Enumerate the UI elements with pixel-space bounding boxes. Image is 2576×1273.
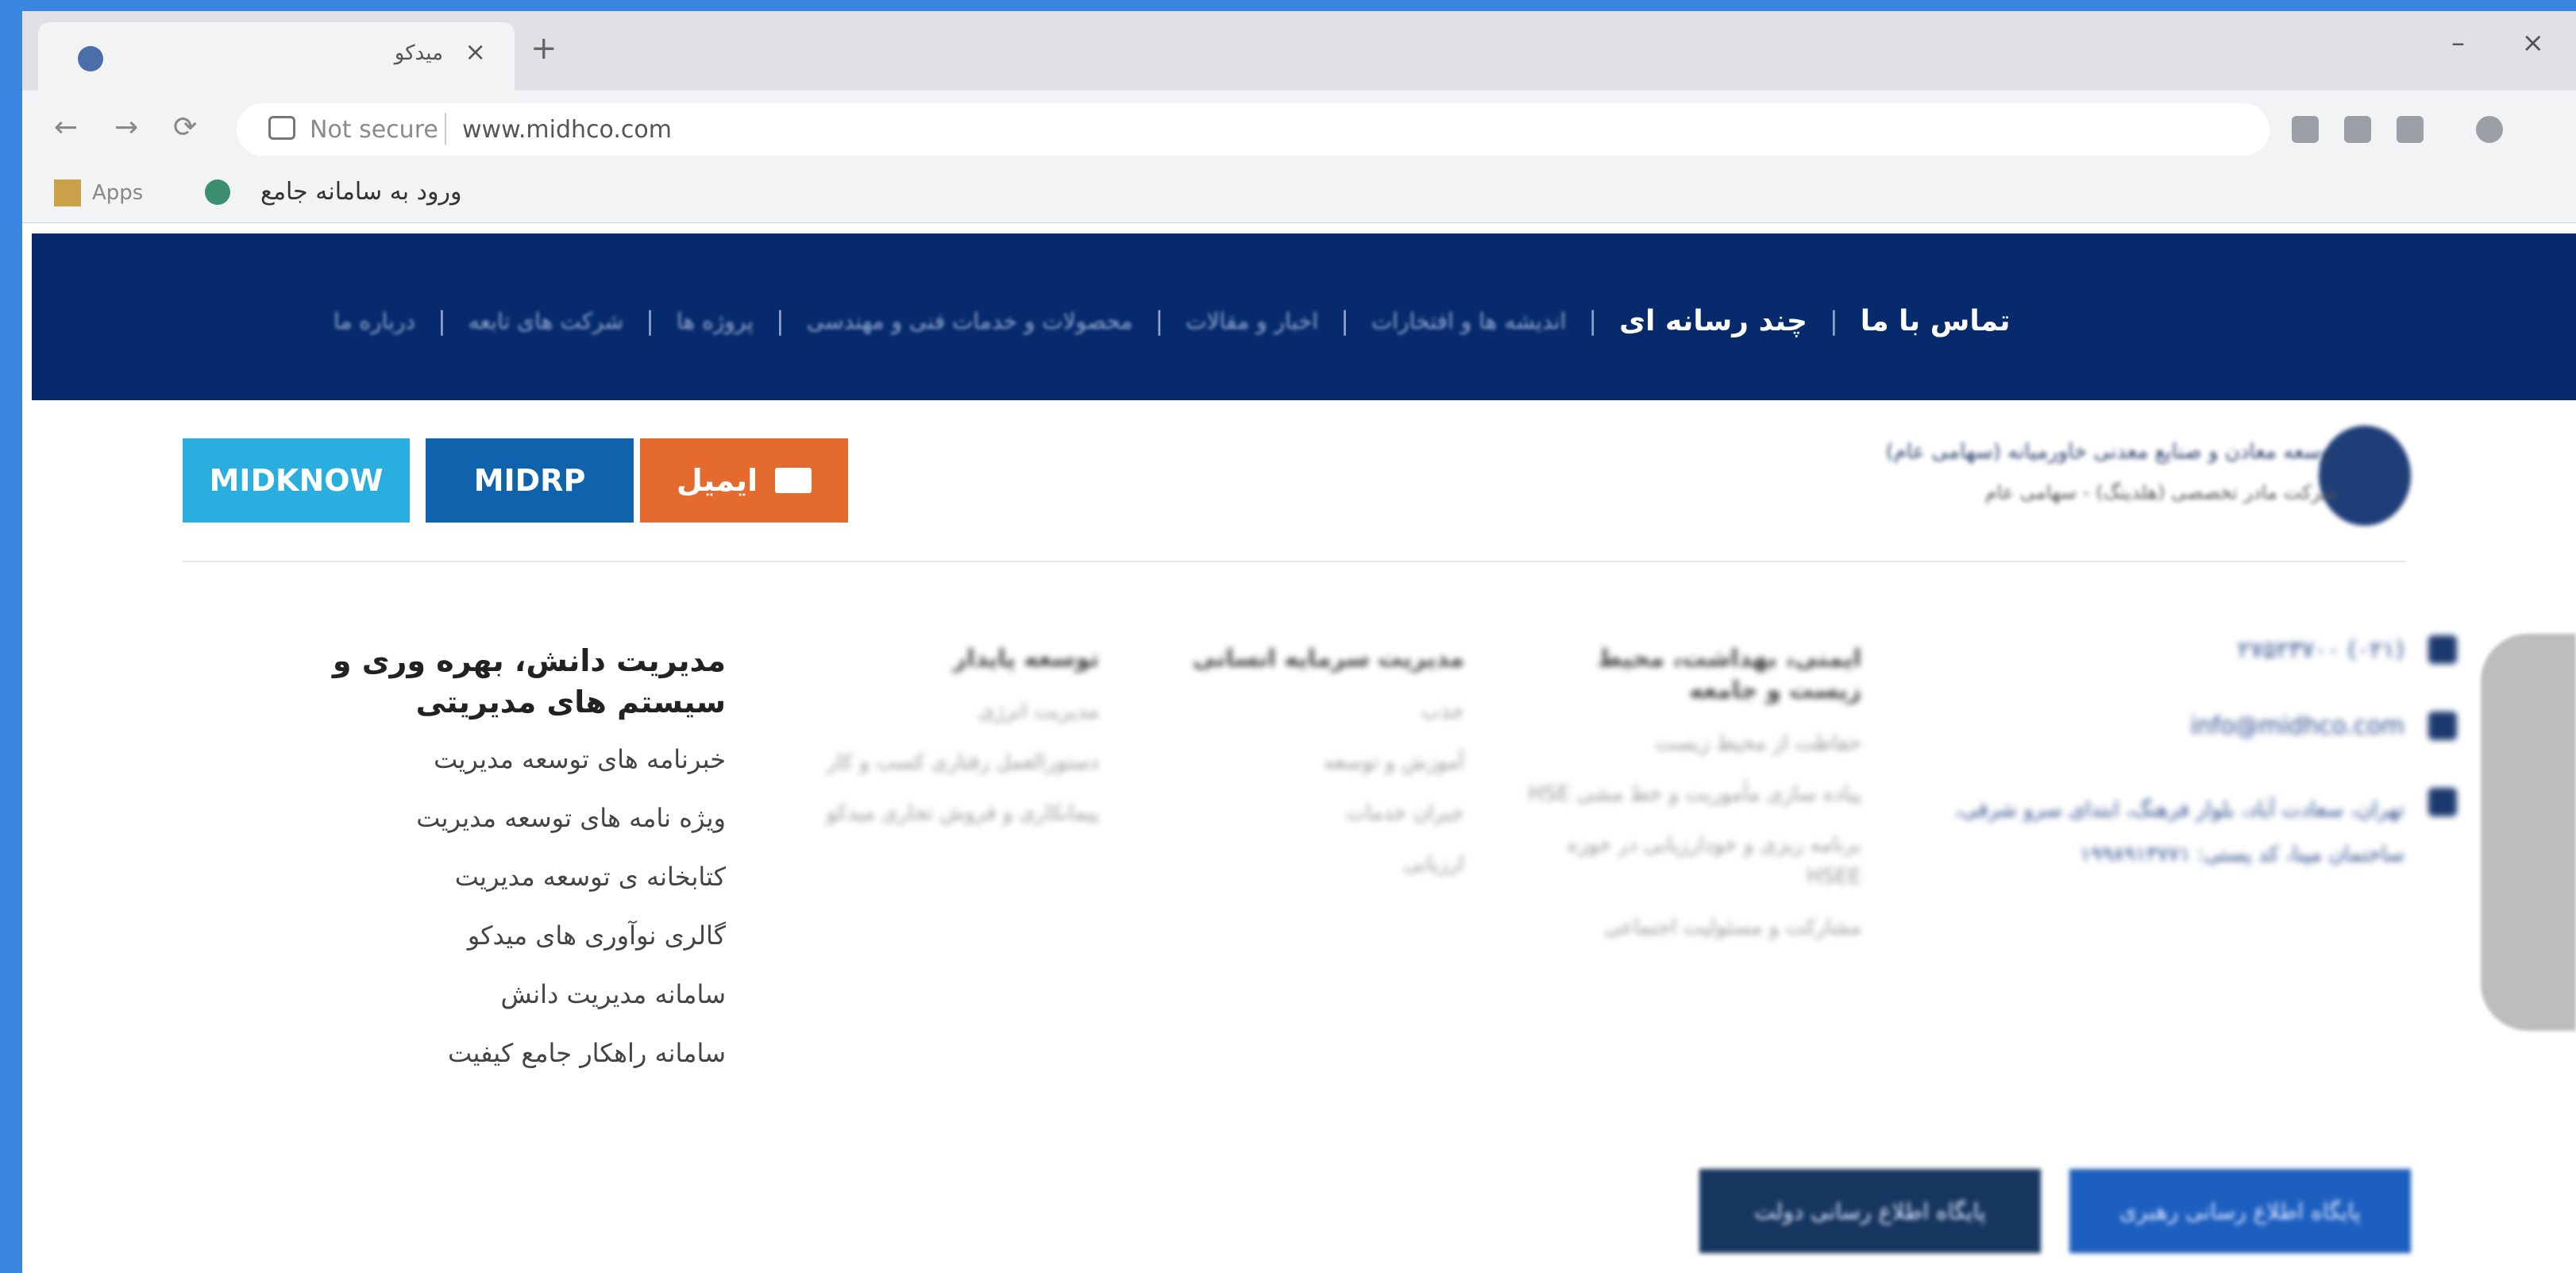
footer-link[interactable]: جذب (1131, 696, 1464, 727)
nav-separator: | (1340, 306, 1349, 336)
company-name: توسعه معادن و صنایع معدنی خاورمیانه (سها… (1885, 440, 2338, 464)
contact-address: تهران، سعادت آباد، بلوار فرهنگ، ابتدای س… (1917, 788, 2457, 877)
footer-link[interactable]: خبرنامه های توسعه مدیریت (313, 743, 726, 775)
nav-separator: | (1588, 306, 1598, 336)
nav-about[interactable]: درباره ما (334, 308, 415, 334)
footer-link[interactable]: دستورالعمل رفتاری کسب و کار (781, 746, 1099, 778)
nav-separator: | (1155, 306, 1164, 336)
envelope-icon (775, 468, 812, 493)
footer-column-knowledge: مدیریت دانش، بهره وری و سیستم های مدیریت… (313, 640, 726, 1096)
nav-subsidiaries[interactable]: شرکت های تابعه (469, 308, 623, 334)
tab-title: میدکو (394, 41, 443, 65)
minimize-button[interactable]: – (2451, 27, 2465, 59)
footer-column-hse: ایمنی، بهداشت، محیط زیست و جامعه حفاظت ا… (1528, 643, 1861, 962)
mail-icon (2428, 712, 2457, 740)
footer-link[interactable]: ارزیابی (1131, 848, 1464, 880)
nav-separator: | (1830, 306, 1838, 336)
email-address: info@midhco.com (2190, 712, 2404, 740)
footer-link[interactable]: حفاظت از محیط زیست (1528, 727, 1861, 759)
reload-button[interactable]: ⟳ (173, 111, 197, 144)
apps-icon[interactable] (54, 179, 81, 206)
side-widget-tab[interactable] (2481, 634, 2576, 1031)
nav-products-services[interactable]: محصولات و خدمات فنی و مهندسی (807, 308, 1133, 334)
footer-column-title: توسعه پایدار (953, 645, 1099, 673)
contact-info: (۰۲۱) ۲۷۵۲۳۷۰۰ info@midhco.com تهران، سع… (1917, 635, 2457, 924)
site-navigation: درباره ما | شرکت های تابعه | پروژه ها | … (32, 233, 2576, 400)
zoom-icon[interactable] (2344, 116, 2371, 143)
footer-column-title: مدیریت سرمایه انسانی (1192, 645, 1464, 673)
bookmarks-bar: Apps ورود به سامانه جامع (22, 170, 2576, 223)
footer-link[interactable]: مشارکت و مسئولیت اجتماعی (1528, 912, 1861, 943)
contact-email[interactable]: info@midhco.com (1917, 712, 2457, 740)
footer-link[interactable]: گالری نوآوری های میدکو (313, 920, 726, 951)
company-subtitle: شرکت مادر تخصصی (هلدینگ) - سهامی عام (1984, 481, 2338, 503)
location-pin-icon (2428, 788, 2457, 816)
back-button[interactable]: ← (54, 111, 78, 144)
footer-link[interactable]: سامانه راهکار جامع کیفیت (313, 1037, 726, 1069)
midknow-button[interactable]: MIDKNOW (183, 438, 410, 523)
footer-link[interactable]: آموزش و توسعه (1131, 746, 1464, 778)
midrp-button-label: MIDRP (473, 463, 586, 498)
bookmark-favicon-icon (205, 179, 230, 205)
address-text: تهران، سعادت آباد، بلوار فرهنگ، ابتدای س… (1954, 798, 2404, 866)
nav-links: درباره ما | شرکت های تابعه | پروژه ها | … (334, 297, 2290, 345)
new-tab-button[interactable]: + (530, 30, 557, 67)
nav-separator: | (646, 306, 654, 336)
browser-window: میدکو × + – × ← → ⟳ Not secure www.midhc… (22, 11, 2576, 1273)
footer-link[interactable]: سامانه مدیریت دانش (313, 978, 726, 1010)
profile-avatar-icon[interactable] (2476, 116, 2503, 143)
footer-column-sustainability: توسعه پایدار مدیریت انرژی دستورالعمل رفت… (781, 643, 1099, 848)
footer-link[interactable]: ویژه نامه های توسعه مدیریت (313, 802, 726, 834)
nav-multimedia[interactable]: چند رسانه ای (1619, 305, 1807, 338)
star-icon[interactable] (2397, 116, 2424, 143)
nav-separator: | (437, 306, 446, 336)
url-text[interactable]: www.midhco.com (462, 116, 672, 144)
footer-link[interactable]: پیمانکاری و فروش تجاری میدکو (781, 797, 1099, 829)
browser-tab[interactable]: میدکو × (38, 22, 515, 91)
address-separator (445, 113, 446, 145)
bookmark-item[interactable]: ورود به سامانه جامع (260, 178, 462, 206)
government-portal-label: پایگاه اطلاع رسانی دولت (1754, 1198, 1986, 1225)
security-label: Not secure (310, 116, 438, 144)
close-window-button[interactable]: × (2522, 27, 2545, 59)
nav-contact-us[interactable]: تماس با ما (1861, 305, 2011, 338)
footer-column-title: مدیریت دانش، بهره وری و سیستم های مدیریت… (332, 643, 726, 719)
nav-news-articles[interactable]: اخبار و مقالات (1186, 308, 1318, 334)
apps-label[interactable]: Apps (92, 181, 143, 205)
tab-strip: میدکو × + – × (22, 11, 2576, 91)
phone-icon (2428, 635, 2457, 664)
tab-close-icon[interactable]: × (465, 37, 486, 67)
nav-ideas-honors[interactable]: اندیشه ها و افتخارات (1371, 308, 1566, 334)
footer-column-title: ایمنی، بهداشت، محیط زیست و جامعه (1597, 645, 1861, 704)
address-bar[interactable]: Not secure www.midhco.com (237, 103, 2269, 156)
not-secure-icon[interactable] (268, 116, 295, 140)
footer-column-hr: مدیریت سرمایه انسانی جذب آموزش و توسعه ج… (1131, 643, 1464, 899)
contact-phone[interactable]: (۰۲۱) ۲۷۵۲۳۷۰۰ (1917, 635, 2457, 664)
footer-link[interactable]: پیاده سازی مأموریت و خط مشی HSE (1528, 778, 1861, 810)
translate-icon[interactable] (2292, 116, 2319, 143)
header-divider (183, 561, 2406, 562)
nav-projects[interactable]: پروژه ها (677, 308, 754, 334)
midrp-button[interactable]: MIDRP (426, 438, 634, 523)
footer-link[interactable]: برنامه ریزی و خودارزیابی در حوزه HSEE (1528, 829, 1861, 893)
nav-separator: | (776, 306, 785, 336)
leader-portal-label: پایگاه اطلاع رسانی رهبری (2119, 1198, 2361, 1225)
phone-number: (۰۲۱) ۲۷۵۲۳۷۰۰ (2237, 635, 2404, 664)
footer-link[interactable]: کتابخانه ی توسعه مدیریت (313, 861, 726, 893)
footer-link[interactable]: مدیریت انرژی (781, 696, 1099, 727)
footer-link[interactable]: جبران خدمات (1131, 797, 1464, 829)
browser-toolbar: ← → ⟳ Not secure www.midhco.com (22, 91, 2576, 170)
email-button-label: ایمیل (676, 463, 758, 498)
government-portal-button[interactable]: پایگاه اطلاع رسانی دولت (1699, 1169, 2041, 1253)
midknow-button-label: MIDKNOW (209, 463, 384, 498)
site-favicon-icon (78, 46, 103, 71)
email-button[interactable]: ایمیل (640, 438, 848, 523)
forward-button[interactable]: → (114, 111, 138, 144)
leader-portal-button[interactable]: پایگاه اطلاع رسانی رهبری (2069, 1169, 2411, 1253)
